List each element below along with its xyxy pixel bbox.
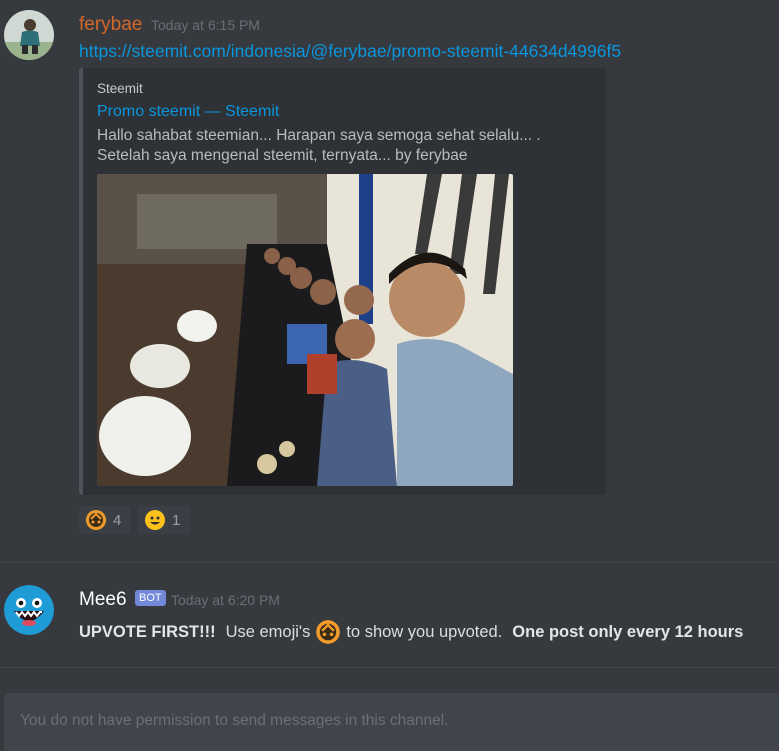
bot-avatar[interactable] <box>4 585 54 635</box>
reaction-count: 4 <box>113 511 122 529</box>
user-avatar[interactable] <box>4 10 54 60</box>
timestamp: Today at 6:15 PM <box>151 17 260 33</box>
message-mee6 <box>0 563 779 663</box>
steem-upvote-emoji-icon <box>315 619 341 645</box>
smiley-emoji-icon <box>144 509 166 531</box>
message-divider <box>0 667 779 668</box>
username[interactable]: ferybae <box>79 14 142 36</box>
embed-description: Hallo sahabat steemian... Harapan saya s… <box>97 126 597 166</box>
timestamp: Today at 6:20 PM <box>171 592 280 608</box>
reaction-count: 1 <box>172 511 181 529</box>
message-link[interactable]: https://steemit.com/indonesia/@ferybae/p… <box>79 41 621 62</box>
bot-badge: BOT <box>135 590 166 606</box>
message-input[interactable]: You do not have permission to send messa… <box>4 693 779 751</box>
embed-description-line: Hallo sahabat steemian... Harapan saya s… <box>97 127 541 144</box>
message-content: UPVOTE FIRST!!! Use emoji's to show you … <box>79 619 743 645</box>
message-bold-text: UPVOTE FIRST!!! <box>79 622 216 641</box>
steem-upvote-emoji-icon <box>85 509 107 531</box>
reaction-button[interactable]: 1 <box>138 506 190 534</box>
embed-description-line: Setelah saya mengenal steemit, ternyata.… <box>97 147 468 164</box>
message-ferybae: ferybae Today at 6:15 PM https://steemit… <box>0 0 779 545</box>
embed-provider: Steemit <box>97 81 143 96</box>
embed-image[interactable] <box>97 174 513 486</box>
reaction-button[interactable]: 4 <box>79 506 131 534</box>
message-text: Use emoji's <box>225 622 311 641</box>
message-bold-text: One post only every 12 hours <box>512 622 744 641</box>
input-placeholder: You do not have permission to send messa… <box>20 712 449 729</box>
link-embed: Steemit Promo steemit — Steemit Hallo sa… <box>79 68 606 495</box>
message-text: to show you upvoted. <box>346 622 503 641</box>
embed-title[interactable]: Promo steemit — Steemit <box>97 103 279 121</box>
username[interactable]: Mee6 <box>79 589 127 611</box>
